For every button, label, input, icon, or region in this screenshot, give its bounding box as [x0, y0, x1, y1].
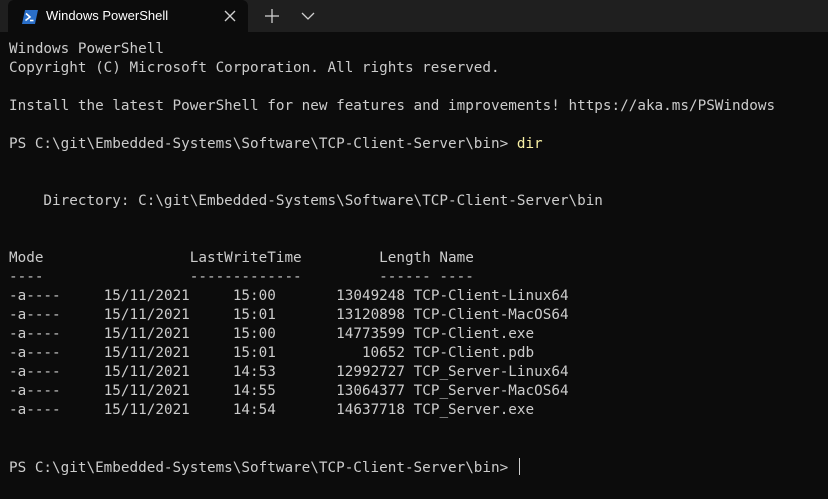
table-row: -a---- 15/11/2021 15:01 10652 TCP-Client…: [9, 344, 824, 363]
command-line: PS C:\git\Embedded-Systems\Software\TCP-…: [9, 135, 824, 154]
cell-length: 13049248: [336, 288, 406, 304]
cell-mode: -a----: [9, 383, 61, 399]
table-row: -a---- 15/11/2021 15:00 14773599 TCP-Cli…: [9, 325, 824, 344]
cell-mode: -a----: [9, 326, 61, 342]
cell-time: 15:01: [232, 307, 276, 323]
active-prompt-line[interactable]: PS C:\git\Embedded-Systems\Software\TCP-…: [9, 458, 824, 477]
table-row: -a---- 15/11/2021 15:00 13049248 TCP-Cli…: [9, 287, 824, 306]
tab-title: Windows PowerShell: [46, 8, 169, 23]
file-list: -a---- 15/11/2021 15:00 13049248 TCP-Cli…: [9, 287, 824, 420]
banner-title: Windows PowerShell: [9, 41, 164, 57]
cell-date: 15/11/2021: [103, 345, 190, 361]
cell-date: 15/11/2021: [103, 402, 190, 418]
cell-time: 15:00: [232, 326, 276, 342]
cell-name: TCP-Client-MacOS64: [413, 307, 569, 323]
cell-name: TCP_Server.exe: [413, 402, 535, 418]
cell-name: TCP_Server-MacOS64: [413, 383, 569, 399]
cell-date: 15/11/2021: [103, 383, 190, 399]
cell-mode: -a----: [9, 364, 61, 380]
cell-length: 13120898: [336, 307, 406, 323]
cell-name: TCP-Client.exe: [413, 326, 535, 342]
cell-date: 15/11/2021: [103, 307, 190, 323]
cell-date: 15/11/2021: [103, 288, 190, 304]
cell-time: 15:00: [232, 288, 276, 304]
powershell-icon: [22, 9, 38, 24]
close-icon[interactable]: [222, 8, 238, 24]
table-row: -a---- 15/11/2021 15:01 13120898 TCP-Cli…: [9, 306, 824, 325]
cell-time: 14:53: [232, 364, 276, 380]
tab-windows-powershell[interactable]: Windows PowerShell: [8, 0, 248, 32]
cell-mode: -a----: [9, 307, 61, 323]
cell-time: 14:55: [232, 383, 276, 399]
cell-length: 14637718: [336, 402, 406, 418]
text-cursor: [518, 458, 521, 475]
table-row: -a---- 15/11/2021 14:55 13064377 TCP_Ser…: [9, 382, 824, 401]
cell-date: 15/11/2021: [103, 364, 190, 380]
cell-name: TCP-Client-Linux64: [413, 288, 569, 304]
cell-mode: -a----: [9, 288, 61, 304]
table-separator: ---- ------------- ------ ----: [9, 269, 474, 285]
table-row: -a---- 15/11/2021 14:53 12992727 TCP_Ser…: [9, 363, 824, 382]
banner-copyright: Copyright (C) Microsoft Corporation. All…: [9, 60, 500, 76]
prompt: PS C:\git\Embedded-Systems\Software\TCP-…: [9, 136, 517, 152]
command: dir: [516, 136, 543, 152]
cell-length: 14773599: [336, 326, 406, 342]
table-row: -a---- 15/11/2021 14:54 14637718 TCP_Ser…: [9, 401, 824, 420]
plus-icon[interactable]: [262, 6, 282, 26]
cell-time: 15:01: [232, 345, 276, 361]
directory-line: Directory: C:\git\Embedded-Systems\Softw…: [9, 193, 603, 209]
cell-length: 12992727: [336, 364, 406, 380]
chevron-down-icon[interactable]: [298, 6, 318, 26]
terminal-output[interactable]: Windows PowerShell Copyright (C) Microso…: [9, 40, 824, 496]
cell-mode: -a----: [9, 345, 61, 361]
cell-time: 14:54: [232, 402, 276, 418]
cell-mode: -a----: [9, 402, 61, 418]
title-bar: Windows PowerShell: [0, 0, 828, 32]
prompt: PS C:\git\Embedded-Systems\Software\TCP-…: [9, 460, 517, 476]
cell-name: TCP-Client.pdb: [413, 345, 535, 361]
table-header: Mode LastWriteTime Length Name: [9, 250, 474, 266]
cell-date: 15/11/2021: [103, 326, 190, 342]
cell-length: 13064377: [336, 383, 406, 399]
banner-install-notice: Install the latest PowerShell for new fe…: [9, 98, 776, 114]
cell-length: 10652: [361, 345, 405, 361]
cell-name: TCP_Server-Linux64: [413, 364, 569, 380]
